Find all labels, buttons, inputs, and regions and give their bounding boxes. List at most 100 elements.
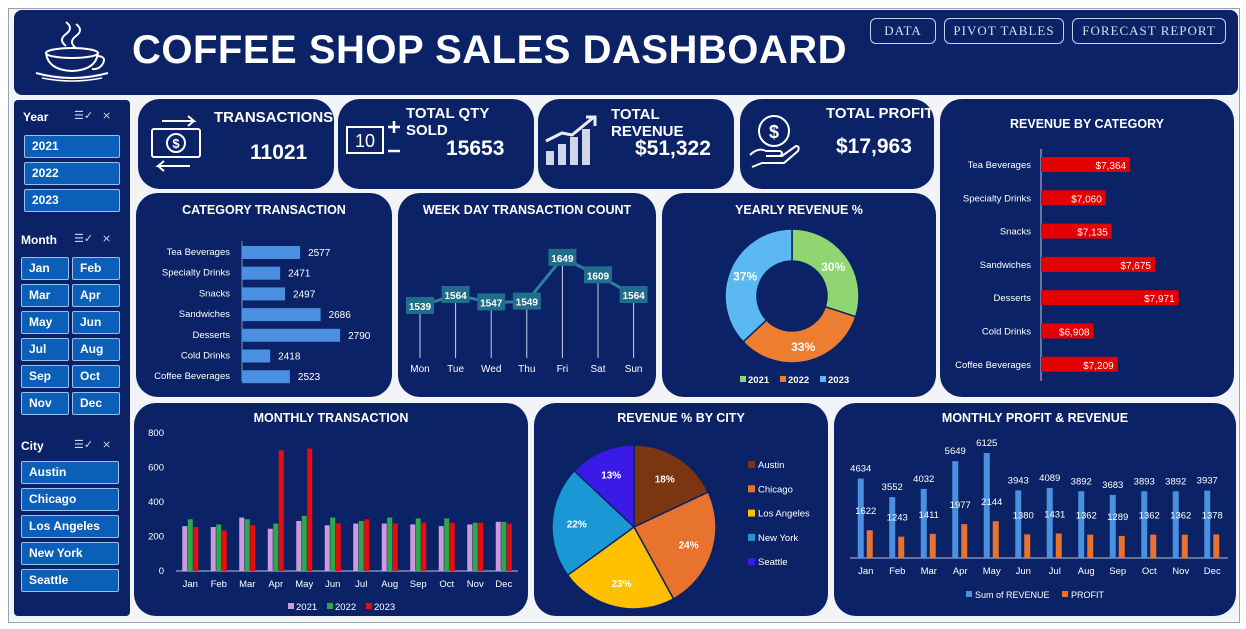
revenue-category-tick-label: Cold Drinks — [982, 327, 1031, 338]
yearly-data-label: 30% — [821, 260, 845, 274]
revenue-value: $51,322 — [635, 137, 711, 160]
dashboard-title: COFFEE SHOP SALES DASHBOARD — [132, 28, 848, 72]
revenue-data-label: 3552 — [882, 482, 903, 493]
monthly-profit-revenue-panel: MONTHLY PROFIT & REVENUE 4634 1622 Jan 3552… — [834, 403, 1236, 616]
month-item-oct[interactable]: Oct — [72, 365, 120, 388]
revenue-category-tick-label: Snacks — [1000, 227, 1031, 238]
revenue-category-data-label: $7,675 — [1120, 261, 1151, 272]
weekday-data-label: 1547 — [480, 298, 503, 309]
month-item-may[interactable]: May — [21, 311, 69, 334]
monthly-bar — [387, 517, 393, 571]
month-item-apr[interactable]: Apr — [72, 284, 120, 307]
slicer-panel: Year ☰✓ ⨯ 2021 2022 2023 Month ☰✓ ⨯ Jan F… — [14, 100, 130, 616]
monthly-y-tick-label: 0 — [159, 566, 164, 577]
weekday-data-label: 1649 — [551, 254, 574, 265]
revenue-bar — [1204, 490, 1211, 558]
monthly-x-tick-label: Oct — [439, 579, 454, 590]
city-item-austin[interactable]: Austin — [21, 461, 119, 484]
revenue-category-data-label: $7,060 — [1071, 194, 1102, 205]
profit-bar — [1213, 534, 1220, 558]
forecast-report-button[interactable]: FORECAST REPORT — [1072, 18, 1226, 44]
monthly-legend-swatch — [366, 603, 372, 609]
city-item-los-angeles[interactable]: Los Angeles — [21, 515, 119, 538]
clear-filter-icon[interactable]: ⨯ — [102, 109, 111, 122]
month-item-aug[interactable]: Aug — [72, 338, 120, 361]
clear-filter-icon[interactable]: ⨯ — [102, 438, 111, 451]
profit-data-label: 1431 — [1044, 509, 1065, 520]
category-bar — [242, 328, 341, 342]
monthly-y-tick-label: 800 — [148, 428, 164, 439]
svg-text:$: $ — [172, 136, 180, 151]
category-tick-label: Snacks — [199, 288, 230, 299]
weekday-data-label: 1539 — [409, 302, 432, 313]
weekday-data-label: 1564 — [622, 291, 645, 302]
profit-bar — [866, 530, 873, 558]
weekday-tick-label: Mon — [410, 364, 429, 375]
month-item-mar[interactable]: Mar — [21, 284, 69, 307]
city-item-chicago[interactable]: Chicago — [21, 488, 119, 511]
revenue-bar — [1141, 491, 1148, 558]
revenue-label: TOTAL REVENUE — [611, 106, 684, 140]
month-item-jan[interactable]: Jan — [21, 257, 69, 280]
category-data-label: 2790 — [348, 331, 371, 342]
profit-bar — [898, 536, 905, 558]
weekday-data-label: 1549 — [516, 298, 539, 309]
category-tick-label: Cold Drinks — [181, 351, 230, 362]
city-item-seattle[interactable]: Seattle — [21, 569, 119, 592]
revenue-category-tick-label: Desserts — [994, 293, 1032, 304]
monthly-bar — [438, 526, 444, 571]
monthly-bar — [392, 523, 398, 571]
month-item-sep[interactable]: Sep — [21, 365, 69, 388]
revenue-bar — [1109, 494, 1116, 558]
revenue-category-data-label: $6,908 — [1059, 328, 1090, 339]
month-item-jun[interactable]: Jun — [72, 311, 120, 334]
pivot-tables-button[interactable]: PIVOT TABLES — [944, 18, 1064, 44]
city-legend-swatch — [748, 558, 755, 566]
monthly-y-tick-label: 400 — [148, 497, 164, 508]
profit-x-tick-label: Aug — [1078, 566, 1095, 577]
month-item-dec[interactable]: Dec — [72, 392, 120, 415]
profit-legend-label: PROFIT — [1071, 590, 1105, 600]
svg-text:$: $ — [769, 122, 779, 142]
dollar-hand-icon: $ — [749, 115, 800, 168]
revenue-data-label: 4634 — [850, 464, 871, 475]
monthly-bar — [301, 515, 307, 571]
revenue-data-label: 4089 — [1039, 473, 1060, 484]
monthly-bar — [358, 520, 364, 571]
profit-data-label: 1362 — [1076, 511, 1097, 522]
city-slicer-label: City — [21, 439, 44, 453]
year-item-2021[interactable]: 2021 — [24, 135, 120, 158]
profit-x-tick-label: Nov — [1172, 566, 1189, 577]
transactions-value: 11021 — [250, 141, 308, 164]
clear-filter-icon[interactable]: ⨯ — [102, 232, 111, 245]
multi-select-icon[interactable]: ☰✓ — [74, 109, 93, 122]
monthly-legend-label: 2022 — [335, 602, 356, 613]
profit-label: TOTAL PROFIT — [826, 105, 934, 122]
monthly-bar — [472, 522, 478, 571]
qty-label: TOTAL QTY SOLD — [406, 105, 490, 139]
revenue-by-category-chart: Tea Beverages $7,364 Specialty Drinks $7,06… — [955, 149, 1179, 381]
revenue-category-data-label: $7,364 — [1096, 161, 1127, 172]
revenue-bar — [1046, 487, 1053, 558]
revenue-by-city-chart: 18% 24% 23% 22% 13% Austin Chicago Los Angeles N… — [551, 444, 810, 610]
multi-select-icon[interactable]: ☰✓ — [74, 438, 93, 451]
revenue-bar — [920, 488, 927, 558]
city-legend-label: New York — [758, 533, 798, 544]
data-button[interactable]: DATA — [870, 18, 936, 44]
year-item-2023[interactable]: 2023 — [24, 189, 120, 212]
multi-select-icon[interactable]: ☰✓ — [74, 232, 93, 245]
city-item-new-york[interactable]: New York — [21, 542, 119, 565]
revenue-data-label: 3893 — [1134, 476, 1155, 487]
profit-bar — [1055, 533, 1062, 558]
month-item-nov[interactable]: Nov — [21, 392, 69, 415]
monthly-bar — [506, 523, 512, 571]
yearly-legend-label: 2023 — [828, 375, 849, 386]
weekday-chart: 1539 Mon 1564 Tue 1547 Wed 1549 Thu 1649 Fri 1609 S… — [406, 248, 648, 375]
profit-data-label: 1411 — [919, 510, 939, 521]
month-item-feb[interactable]: Feb — [72, 257, 120, 280]
monthly-x-tick-label: Jul — [355, 579, 367, 590]
weekday-panel: WEEK DAY TRANSACTION COUNT 1539 Mon 1564 Tu… — [398, 193, 656, 397]
month-item-jul[interactable]: Jul — [21, 338, 69, 361]
year-item-2022[interactable]: 2022 — [24, 162, 120, 185]
monthly-bar — [449, 522, 455, 571]
